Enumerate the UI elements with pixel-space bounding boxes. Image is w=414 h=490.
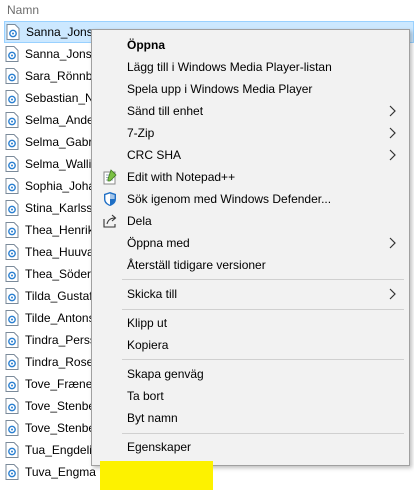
- audio-file-icon: [5, 310, 19, 326]
- audio-file-icon: [5, 200, 19, 216]
- submenu-arrow-icon: [387, 236, 397, 250]
- menu-item-label: Klipp ut: [127, 316, 168, 330]
- menu-item-edit-with-notepadpp[interactable]: Edit with Notepad++: [94, 166, 407, 188]
- menu-item-label: Ta bort: [127, 389, 164, 403]
- menu-item-label: Skicka till: [127, 287, 178, 301]
- menu-item-label: 7-Zip: [127, 126, 155, 140]
- audio-file-icon: [5, 244, 19, 260]
- menu-item-crc-sha[interactable]: CRC SHA: [94, 144, 407, 166]
- submenu-arrow-icon: [387, 148, 397, 162]
- file-name: Tuva_Engma: [25, 465, 96, 479]
- menu-item-create-shortcut[interactable]: Skapa genväg: [94, 363, 407, 385]
- menu-item-label: Dela: [127, 214, 152, 228]
- menu-item-rename[interactable]: Byt namn: [94, 407, 407, 429]
- menu-item-label: Skapa genväg: [127, 367, 204, 381]
- audio-file-icon: [5, 376, 19, 392]
- audio-file-icon: [5, 442, 19, 458]
- menu-separator: [122, 359, 404, 360]
- menu-item-label: CRC SHA: [127, 148, 182, 162]
- audio-file-icon: [5, 134, 19, 150]
- menu-item-label: Återställ tidigare versioner: [127, 258, 266, 272]
- audio-file-icon: [5, 332, 19, 348]
- audio-file-icon: [5, 112, 19, 128]
- audio-file-icon: [5, 266, 19, 282]
- menu-item-label: Sänd till enhet: [127, 104, 204, 118]
- audio-file-icon: [5, 156, 19, 172]
- audio-file-icon: [5, 420, 19, 436]
- menu-item-play-in-wmp[interactable]: Spela upp i Windows Media Player: [94, 78, 407, 100]
- column-header-name[interactable]: Namn: [0, 0, 414, 19]
- menu-item-add-to-wmp-list[interactable]: Lägg till i Windows Media Player-listan: [94, 56, 407, 78]
- menu-item-label: Edit with Notepad++: [127, 170, 236, 184]
- menu-item-label: Öppna med: [127, 236, 190, 250]
- audio-file-icon: [6, 24, 20, 40]
- menu-item-cut[interactable]: Klipp ut: [94, 312, 407, 334]
- audio-file-icon: [5, 464, 19, 480]
- audio-file-icon: [5, 288, 19, 304]
- submenu-arrow-icon: [387, 287, 397, 301]
- menu-item-7zip[interactable]: 7-Zip: [94, 122, 407, 144]
- submenu-arrow-icon: [387, 126, 397, 140]
- menu-separator: [122, 433, 404, 434]
- menu-item-share[interactable]: Dela: [94, 210, 407, 232]
- context-menu: Öppna Lägg till i Windows Media Player-l…: [91, 29, 410, 490]
- audio-file-icon: [5, 178, 19, 194]
- menu-item-open[interactable]: Öppna: [94, 34, 407, 56]
- menu-item-restore-previous-versions[interactable]: Återställ tidigare versioner: [94, 254, 407, 276]
- menu-item-label: Kopiera: [127, 338, 169, 352]
- audio-file-icon: [5, 354, 19, 370]
- share-icon: [102, 213, 118, 229]
- menu-item-send-to[interactable]: Skicka till: [94, 283, 407, 305]
- notepadpp-icon: [102, 169, 118, 185]
- defender-shield-icon: [102, 191, 118, 207]
- menu-item-label: Byt namn: [127, 411, 178, 425]
- menu-item-open-with[interactable]: Öppna med: [94, 232, 407, 254]
- submenu-arrow-icon: [387, 104, 397, 118]
- menu-separator: [122, 309, 404, 310]
- highlighter-mark: [100, 461, 213, 490]
- menu-item-label: Spela upp i Windows Media Player: [127, 82, 313, 96]
- menu-item-send-to-device[interactable]: Sänd till enhet: [94, 100, 407, 122]
- menu-item-copy[interactable]: Kopiera: [94, 334, 407, 356]
- menu-item-properties[interactable]: Egenskaper: [94, 436, 407, 458]
- audio-file-icon: [5, 398, 19, 414]
- menu-item-label: Lägg till i Windows Media Player-listan: [127, 60, 332, 74]
- audio-file-icon: [5, 46, 19, 62]
- menu-item-label: Egenskaper: [127, 440, 192, 454]
- menu-separator: [122, 279, 404, 280]
- menu-item-label: Sök igenom med Windows Defender...: [127, 192, 332, 206]
- menu-item-defender-scan[interactable]: Sök igenom med Windows Defender...: [94, 188, 407, 210]
- menu-item-label: Öppna: [127, 38, 165, 52]
- menu-item-delete[interactable]: Ta bort: [94, 385, 407, 407]
- audio-file-icon: [5, 222, 19, 238]
- audio-file-icon: [5, 90, 19, 106]
- audio-file-icon: [5, 68, 19, 84]
